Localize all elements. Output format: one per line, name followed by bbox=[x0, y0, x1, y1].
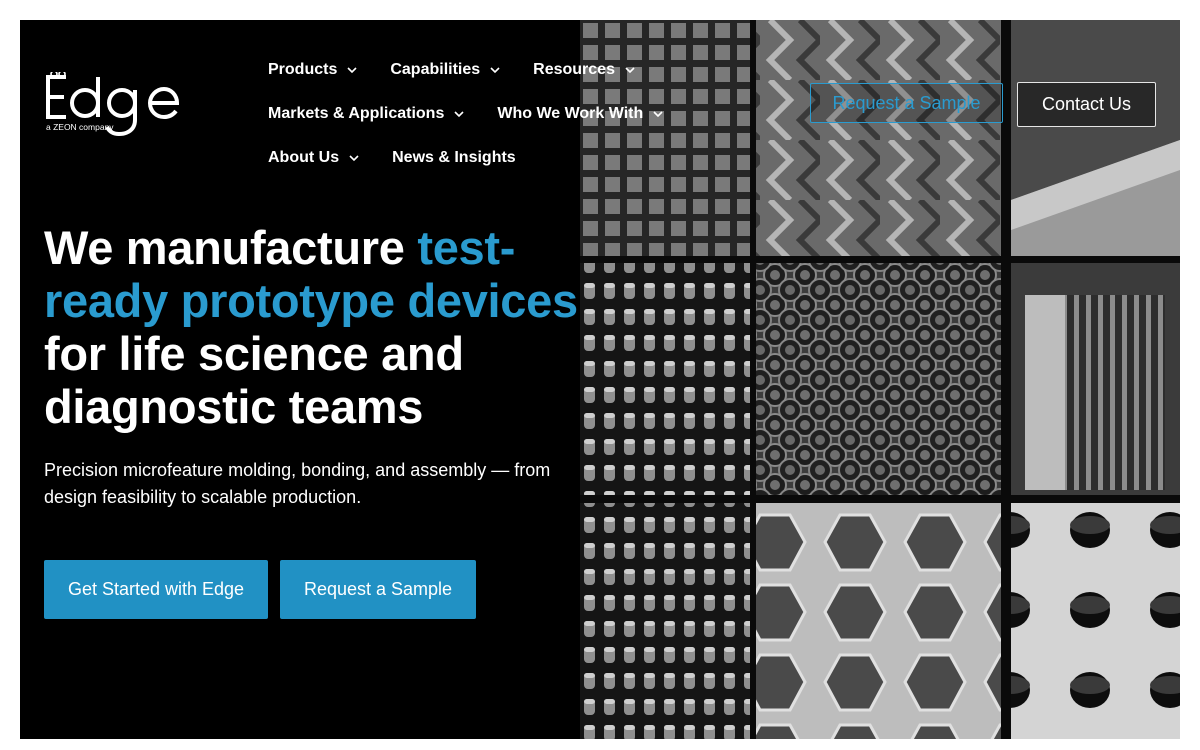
header-request-sample-button[interactable]: Request a Sample bbox=[810, 83, 1003, 123]
hero-request-sample-button[interactable]: Request a Sample bbox=[280, 560, 476, 619]
chevron-down-icon bbox=[490, 67, 500, 74]
nav-item-products[interactable]: Products bbox=[268, 61, 358, 79]
nav-item-label: Markets & Applications bbox=[268, 105, 445, 122]
headline-tail: for life science and diagnostic teams bbox=[44, 327, 464, 433]
chevron-down-icon bbox=[653, 111, 663, 118]
nav-row-3: About Us News & Insights bbox=[268, 136, 788, 180]
headline-lead: We manufacture bbox=[44, 221, 418, 274]
contact-us-button[interactable]: Contact Us bbox=[1017, 82, 1156, 127]
nav-item-label: About Us bbox=[268, 149, 340, 166]
nav-item-label: Capabilities bbox=[390, 61, 481, 78]
chevron-down-icon bbox=[454, 111, 464, 118]
chevron-down-icon bbox=[347, 67, 357, 74]
hero-headline: We manufacture test-ready prototype devi… bbox=[44, 221, 604, 433]
main-navigation: Products Capabilities Resources Markets … bbox=[268, 48, 788, 180]
nav-item-markets-applications[interactable]: Markets & Applications bbox=[268, 105, 465, 123]
hero-section: a ZEON company Products Capabilities Res… bbox=[20, 20, 1180, 739]
chevron-down-icon bbox=[625, 67, 635, 74]
nav-item-label: Resources bbox=[533, 61, 615, 78]
nav-item-resources[interactable]: Resources bbox=[533, 61, 636, 79]
nav-item-news-insights[interactable]: News & Insights bbox=[392, 149, 516, 167]
chevron-down-icon bbox=[349, 155, 359, 162]
hero-subhead: Precision microfeature molding, bonding,… bbox=[44, 460, 551, 507]
nav-row-2: Markets & Applications Who We Work With bbox=[268, 92, 788, 136]
nav-item-label: News & Insights bbox=[392, 149, 516, 166]
nav-item-label: Who We Work With bbox=[497, 105, 644, 122]
nav-item-label: Products bbox=[268, 61, 338, 78]
logo-tagline: a ZEON company bbox=[46, 122, 114, 132]
nav-item-who-we-work-with[interactable]: Who We Work With bbox=[497, 105, 664, 123]
get-started-button[interactable]: Get Started with Edge bbox=[44, 560, 268, 619]
nav-item-capabilities[interactable]: Capabilities bbox=[390, 61, 501, 79]
edge-logo[interactable]: a ZEON company bbox=[45, 70, 195, 137]
nav-row-1: Products Capabilities Resources bbox=[268, 48, 788, 92]
edge-logo-mark: a ZEON company bbox=[46, 70, 180, 137]
nav-item-about-us[interactable]: About Us bbox=[268, 149, 360, 167]
